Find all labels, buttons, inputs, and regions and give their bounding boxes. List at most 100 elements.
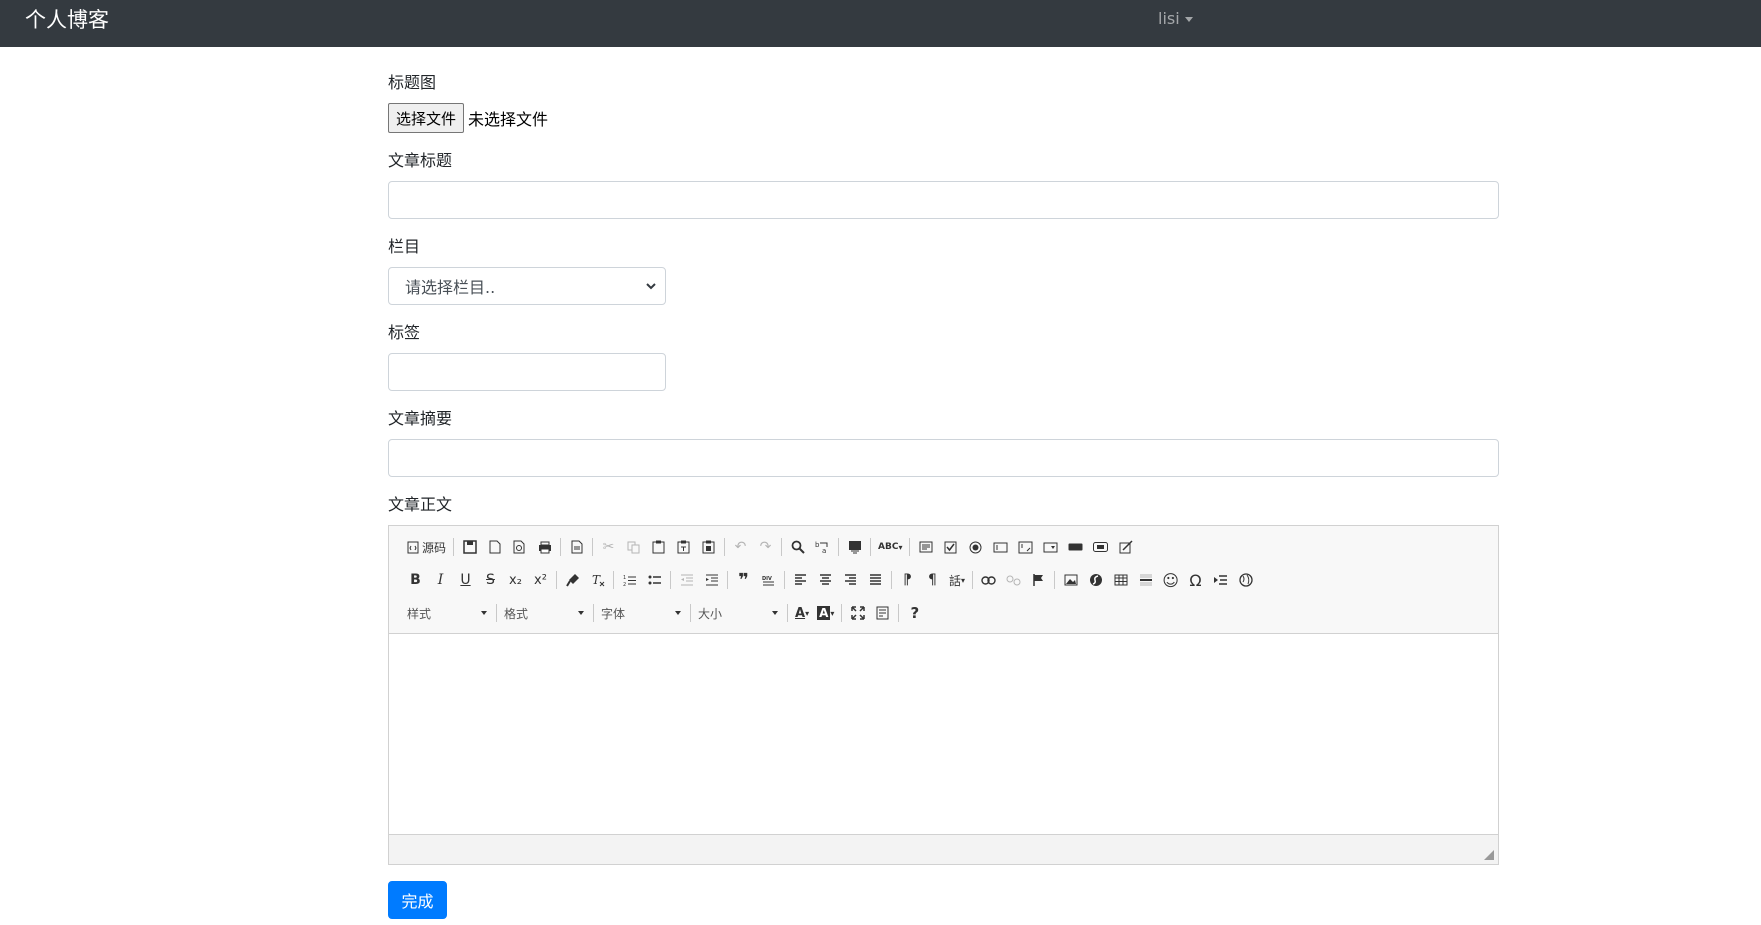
- title-label: 文章标题: [388, 151, 453, 170]
- form-icon[interactable]: [913, 535, 938, 559]
- text-rtl-icon[interactable]: ¶: [920, 568, 945, 592]
- save-icon[interactable]: [457, 535, 482, 559]
- numbered-list-icon[interactable]: 12: [617, 568, 642, 592]
- align-justify-icon[interactable]: [863, 568, 888, 592]
- user-dropdown[interactable]: lisi: [1158, 9, 1193, 29]
- redo-icon[interactable]: ↷: [753, 535, 778, 559]
- toolbar-separator: [870, 538, 872, 556]
- styles-combo-label: 样式: [407, 606, 432, 621]
- title-input[interactable]: [388, 181, 1499, 219]
- show-blocks-icon[interactable]: [870, 601, 895, 625]
- smiley-icon[interactable]: ☺: [1158, 568, 1183, 592]
- tags-label: 标签: [388, 323, 421, 342]
- format-combo[interactable]: 格式: [500, 601, 590, 625]
- cover-label: 标题图: [388, 73, 437, 92]
- toolbar-separator: [593, 604, 594, 622]
- svg-text:1: 1: [623, 575, 626, 581]
- size-combo[interactable]: 大小: [694, 601, 784, 625]
- brand-logo[interactable]: 个人博客: [25, 7, 109, 33]
- category-select[interactable]: 请选择栏目..: [388, 267, 666, 305]
- tags-input[interactable]: [388, 353, 666, 391]
- spellcheck-icon[interactable]: ABC ▾: [874, 535, 906, 559]
- source-icon: [407, 541, 419, 553]
- italic-icon[interactable]: I: [428, 568, 453, 592]
- maximize-icon[interactable]: [845, 601, 870, 625]
- styles-combo[interactable]: 样式: [403, 601, 493, 625]
- underline-icon[interactable]: U: [453, 568, 478, 592]
- superscript-icon[interactable]: x²: [528, 568, 553, 592]
- editor-content-area[interactable]: [389, 634, 1498, 834]
- indent-icon[interactable]: [699, 568, 724, 592]
- submit-button[interactable]: 完成: [388, 881, 447, 919]
- horizontal-line-icon[interactable]: [1133, 568, 1158, 592]
- background-color-icon: A: [817, 606, 831, 620]
- align-left-icon[interactable]: [788, 568, 813, 592]
- image-button-icon[interactable]: [1088, 535, 1113, 559]
- button-icon[interactable]: [1063, 535, 1088, 559]
- bulleted-list-icon[interactable]: [642, 568, 667, 592]
- link-icon[interactable]: [976, 568, 1001, 592]
- blockquote-icon[interactable]: ❞: [731, 568, 756, 592]
- editor-toolbar: 源码 ✂ ↶ ↷ ba ABC ▾ B I U S x₂ x² T 1 2 ❞ …: [389, 526, 1498, 634]
- language-icon[interactable]: 話 ▾: [945, 568, 969, 592]
- background-color-button[interactable]: A ▾: [813, 601, 838, 625]
- source-label: 源码: [422, 540, 447, 555]
- remove-format-icon[interactable]: T: [585, 568, 610, 592]
- find-icon[interactable]: [785, 535, 810, 559]
- paste-word-icon[interactable]: [696, 535, 721, 559]
- user-name: lisi: [1158, 9, 1180, 28]
- page-break-icon[interactable]: [1208, 568, 1233, 592]
- cover-file-input[interactable]: 选择文件 未选择文件: [388, 103, 548, 133]
- cut-icon[interactable]: ✂: [596, 535, 621, 559]
- new-page-icon[interactable]: [482, 535, 507, 559]
- help-icon[interactable]: ?: [902, 601, 927, 625]
- copy-icon[interactable]: [621, 535, 646, 559]
- toolbar-separator: [727, 571, 728, 589]
- div-container-icon[interactable]: DIV: [756, 568, 781, 592]
- toolbar-separator: [613, 571, 614, 589]
- format-combo-label: 格式: [504, 606, 529, 621]
- select-all-icon[interactable]: [842, 535, 867, 559]
- image-icon[interactable]: [1058, 568, 1083, 592]
- paste-icon[interactable]: [646, 535, 671, 559]
- iframe-globe-icon[interactable]: [1233, 568, 1258, 592]
- toolbar-row-2: B I U S x₂ x² T 12 ❞ DIV ⁋ ¶ 話 ▾ ☺ Ω: [403, 567, 1258, 593]
- resize-handle-icon[interactable]: [1484, 850, 1494, 860]
- bold-icon[interactable]: B: [403, 568, 428, 592]
- toolbar-separator: [909, 538, 911, 556]
- summary-input[interactable]: [388, 439, 1499, 477]
- textarea-icon[interactable]: [1013, 535, 1038, 559]
- editor-status-bar: [389, 834, 1498, 864]
- align-center-icon[interactable]: [813, 568, 838, 592]
- copy-format-icon[interactable]: [560, 568, 585, 592]
- print-icon[interactable]: [532, 535, 557, 559]
- select-field-icon[interactable]: [1038, 535, 1063, 559]
- templates-icon[interactable]: [564, 535, 589, 559]
- flash-icon[interactable]: [1083, 568, 1108, 592]
- align-right-icon[interactable]: [838, 568, 863, 592]
- hidden-field-icon[interactable]: [1113, 535, 1138, 559]
- unlink-icon[interactable]: [1001, 568, 1026, 592]
- font-combo[interactable]: 字体: [597, 601, 687, 625]
- toolbar-separator: [560, 538, 562, 556]
- text-field-icon[interactable]: [988, 535, 1013, 559]
- summary-label: 文章摘要: [388, 409, 453, 428]
- outdent-icon[interactable]: [674, 568, 699, 592]
- choose-file-button[interactable]: 选择文件: [388, 103, 465, 133]
- special-char-icon[interactable]: Ω: [1183, 568, 1208, 592]
- replace-icon[interactable]: ba: [810, 535, 835, 559]
- subscript-icon[interactable]: x₂: [503, 568, 528, 592]
- source-button[interactable]: 源码: [403, 535, 450, 559]
- paste-text-icon[interactable]: [671, 535, 696, 559]
- checkbox-icon[interactable]: [938, 535, 963, 559]
- anchor-flag-icon[interactable]: [1026, 568, 1051, 592]
- radio-icon[interactable]: [963, 535, 988, 559]
- text-color-button[interactable]: A ▾: [791, 601, 813, 625]
- svg-text:b: b: [815, 541, 820, 549]
- strikethrough-icon[interactable]: S: [478, 568, 503, 592]
- text-ltr-icon[interactable]: ⁋: [895, 568, 920, 592]
- table-icon[interactable]: [1108, 568, 1133, 592]
- undo-icon[interactable]: ↶: [728, 535, 753, 559]
- toolbar-separator: [1054, 571, 1056, 589]
- preview-icon[interactable]: [507, 535, 532, 559]
